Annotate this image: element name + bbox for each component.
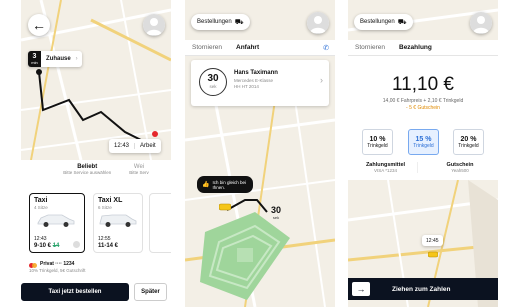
tab-popular-subtitle: Bitte Service auswählen xyxy=(63,170,112,175)
arrow-right-icon[interactable]: → xyxy=(352,282,370,296)
payment-method-value: VISA *1234 xyxy=(373,168,398,173)
arrival-time: 12:43 xyxy=(109,143,136,149)
tab-cancel[interactable]: Stornieren xyxy=(185,44,229,51)
tab-payment[interactable]: Bezahlung xyxy=(392,44,439,51)
voucher-line: - 5 € Gutschein xyxy=(406,105,440,111)
tip-percent: 15 % xyxy=(415,135,432,143)
orders-label: Bestellungen xyxy=(197,19,232,25)
tip-option-15[interactable]: 15 % Trinkgeld xyxy=(408,129,439,155)
driver-bubble: 👍 Ich bin gleich bei Ihnen. xyxy=(197,176,253,193)
eta-unit: min xyxy=(31,60,38,65)
eta-unit: sek xyxy=(209,84,217,89)
service-sheet: Beliebt Bitte Service auswählen Wei Bitt… xyxy=(21,160,171,307)
tip-label: Trinkgeld xyxy=(458,142,479,149)
arrival-label: Arbeit xyxy=(140,143,156,149)
option-seats: 6 Sitze xyxy=(98,205,112,210)
avatar[interactable] xyxy=(143,14,165,36)
user-avatar-icon xyxy=(470,12,492,34)
map-time-marker: 12:45 xyxy=(422,235,443,246)
tip-label: Trinkgeld xyxy=(367,142,388,149)
ride-tabs: Stornieren Anfahrt ✆ xyxy=(185,40,335,56)
tip-option-20[interactable]: 20 % Trinkgeld xyxy=(453,129,484,155)
avatar[interactable] xyxy=(307,12,329,34)
tab-popular[interactable]: Beliebt Bitte Service auswählen xyxy=(63,164,111,175)
eta-marker: 3 min Zuhause › xyxy=(28,51,82,67)
option-card-edge xyxy=(149,193,171,253)
map-eta-value: 30 xyxy=(271,205,282,215)
service-tabs: Beliebt Bitte Service auswählen Wei Bitt… xyxy=(21,164,171,175)
destination-label: Zuhause xyxy=(46,56,71,62)
bubble-text: Ich bin gleich bei Ihnen. xyxy=(212,179,247,190)
option-old-price: 14 xyxy=(52,243,60,249)
option-name: Taxi xyxy=(34,197,48,204)
back-button[interactable]: ← xyxy=(28,14,50,36)
map-time: 12:45 xyxy=(426,237,439,244)
screen-approach: Bestellungen ⛟ Stornieren Anfahrt ✆ 30 s… xyxy=(185,0,335,307)
avatar[interactable] xyxy=(470,12,492,34)
option-taxi-xl[interactable]: Taxi XL 6 Sitze 12:55 11-14 € xyxy=(93,193,143,253)
user-avatar-icon xyxy=(307,12,329,34)
taxi-icon xyxy=(99,214,137,227)
screen-order: ← 3 min Zuhause › 12:43 Arbeit Beliebt B… xyxy=(21,0,171,307)
car-model: Mercedes E-Klasse xyxy=(234,78,274,83)
orders-label: Bestellungen xyxy=(360,19,395,25)
tab-cancel[interactable]: Stornieren xyxy=(348,44,392,51)
taxi-icon xyxy=(428,251,438,258)
driver-card[interactable]: 30 sek Hans Taximann Mercedes E-Klasse H… xyxy=(191,60,329,106)
map-eta-unit: sek xyxy=(272,215,280,220)
thumbs-up-icon: 👍 xyxy=(202,182,210,188)
option-taxi[interactable]: Taxi 4 Sitze 12:43 9-10 € 14 xyxy=(29,193,85,253)
driver-name: Hans Taximann xyxy=(234,70,278,76)
eta-value: 30 xyxy=(207,73,219,84)
payment-panel: Stornieren Bezahlung 11,10 € 14,00 € Fah… xyxy=(348,40,498,180)
order-taxi-button[interactable]: Taxi jetzt bestellen xyxy=(21,283,129,301)
payment-method-cell[interactable]: Zahlungsmittel VISA *1234 xyxy=(354,162,418,173)
voucher-cell[interactable]: Gutschein Yeah500 xyxy=(428,162,492,173)
screen-payment: Bestellungen ⛟ Stornieren Bezahlung 11,1… xyxy=(348,0,498,307)
arrow-left-icon: ← xyxy=(32,17,46,33)
taxi-icon: ⛟ xyxy=(234,18,244,26)
chevron-right-icon: › xyxy=(320,75,323,85)
option-price: 9-10 € xyxy=(34,243,52,249)
tab-more-subtitle: Bitte Serv xyxy=(129,170,149,175)
ride-tabs: Stornieren Bezahlung xyxy=(348,40,498,56)
tip-label: Trinkgeld xyxy=(413,142,434,149)
option-price: 11-14 € xyxy=(98,243,119,249)
phone-icon[interactable]: ✆ xyxy=(323,44,329,52)
user-avatar-icon xyxy=(143,14,165,36)
option-time: 12:43 xyxy=(34,236,47,242)
payment-amount: 11,10 € xyxy=(392,74,454,95)
map-eta-marker: 30 sek xyxy=(271,205,281,220)
payment-extras: 10% Trinkgeld, 5€ Gutschrift xyxy=(29,268,86,273)
orders-button[interactable]: Bestellungen ⛟ xyxy=(354,14,413,30)
tab-more[interactable]: Wei Bitte Serv xyxy=(129,164,149,175)
tip-percent: 20 % xyxy=(460,135,477,143)
swipe-to-pay[interactable]: → Ziehen zum Zahlen xyxy=(348,278,498,300)
payment-method: Privat ···· 1234 xyxy=(40,261,75,267)
info-icon[interactable] xyxy=(73,241,80,248)
later-button[interactable]: Später xyxy=(134,283,167,301)
option-time: 12:55 xyxy=(98,236,111,242)
tip-option-10[interactable]: 10 % Trinkgeld xyxy=(362,129,393,155)
eta-circle: 30 sek xyxy=(199,68,227,96)
taxi-icon xyxy=(219,203,231,211)
chevron-right-icon: › xyxy=(75,56,78,62)
fare-breakdown: 14,00 € Fahrpreis + 2,10 € Trinkgeld xyxy=(382,98,464,104)
eta-minutes: 3 xyxy=(32,53,37,60)
swipe-label: Ziehen zum Zahlen xyxy=(392,285,451,293)
arrival-marker: 12:43 Arbeit xyxy=(109,139,161,153)
orders-button[interactable]: Bestellungen ⛟ xyxy=(191,14,250,30)
license-plate: HH HT 2014 xyxy=(234,84,259,89)
taxi-icon xyxy=(37,214,75,227)
option-seats: 4 Sitze xyxy=(34,205,48,210)
taxi-icon: ⛟ xyxy=(397,18,407,26)
tab-approach[interactable]: Anfahrt xyxy=(229,44,266,51)
option-name: Taxi XL xyxy=(98,197,123,204)
voucher-value: Yeah500 xyxy=(451,168,469,173)
tip-percent: 10 % xyxy=(369,135,386,143)
